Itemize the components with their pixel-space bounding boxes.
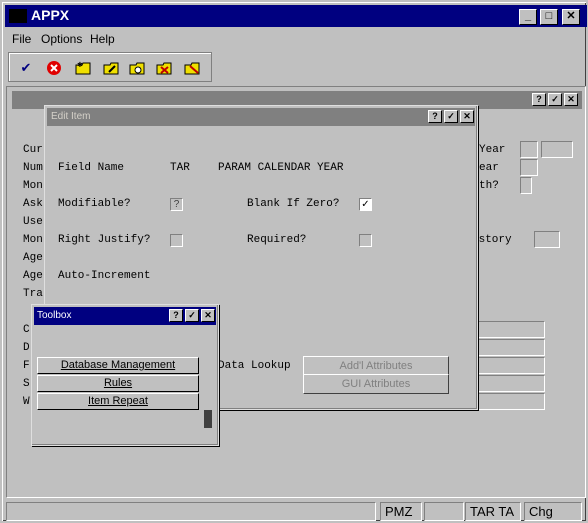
maximize-button[interactable]: □	[540, 9, 558, 25]
appx-logo-icon	[9, 9, 27, 23]
bg-label: Age	[23, 270, 43, 282]
edit-item-close-button[interactable]: ✕	[460, 110, 474, 123]
app-window: APPX _ □ ✕ File Options Help ✔ ✱ ? ✓ ✕ C…	[0, 0, 588, 523]
toolbox-scroll-thumb[interactable]	[204, 410, 212, 428]
rules-button[interactable]: Rules	[37, 375, 199, 392]
toolbox-window: Toolbox ? ✓ ✕ Database Management Rules …	[31, 304, 219, 446]
addl-attributes-button[interactable]: Add'l Attributes	[303, 356, 449, 376]
check-icon[interactable]: ✔	[15, 58, 37, 78]
status-bar: PMZ TAR TA Chg	[6, 500, 586, 522]
modifiable-label: Modifiable?	[58, 198, 131, 210]
folder-x-icon[interactable]	[182, 58, 204, 78]
bg-label: Mon	[23, 234, 43, 246]
toolbox-close-button[interactable]: ✕	[201, 309, 215, 322]
bg-field[interactable]	[477, 339, 545, 356]
bg-label: Mon	[23, 180, 43, 192]
folder-edit-icon[interactable]	[101, 58, 123, 78]
bg-field[interactable]	[477, 375, 545, 392]
toolbox-title-bar: Toolbox ? ✓ ✕	[34, 307, 216, 325]
status-blank	[424, 502, 464, 521]
bg-label: W	[23, 396, 30, 408]
bg-label-right: Year	[479, 144, 506, 156]
bg-label: Tra	[23, 288, 43, 300]
menu-bar: File Options Help	[5, 29, 587, 49]
bg-label: Ask	[23, 198, 43, 210]
edit-item-title-bar: Edit Item ? ✓ ✕	[47, 108, 475, 126]
bg-close-button[interactable]: ✕	[564, 93, 578, 106]
bg-label: S	[23, 378, 30, 390]
modifiable-checkbox[interactable]: ?	[170, 198, 183, 211]
edit-item-ok-button[interactable]: ✓	[444, 110, 458, 123]
bg-field[interactable]	[520, 159, 538, 176]
bg-label: Age	[23, 252, 43, 264]
bg-field[interactable]	[477, 321, 545, 338]
bg-field[interactable]	[520, 141, 538, 158]
toolbox-help-button[interactable]: ?	[169, 309, 183, 322]
data-lookup-label: Data Lookup	[218, 360, 291, 372]
bg-label: D	[23, 342, 30, 354]
blank-if-zero-label: Blank If Zero?	[247, 198, 340, 210]
database-management-button[interactable]: Database Management	[37, 357, 199, 374]
bg-field[interactable]	[534, 231, 560, 248]
bg-label: C	[23, 324, 30, 336]
edit-item-help-button[interactable]: ?	[428, 110, 442, 123]
toolbox-ok-button[interactable]: ✓	[185, 309, 199, 322]
field-app-value: TAR	[170, 162, 190, 174]
menu-help[interactable]: Help	[90, 32, 115, 46]
minimize-button[interactable]: _	[519, 9, 537, 25]
bg-help-button[interactable]: ?	[532, 93, 546, 106]
gui-attributes-button[interactable]: GUI Attributes	[303, 374, 449, 394]
right-justify-checkbox[interactable]	[170, 234, 183, 247]
bg-field[interactable]	[541, 141, 573, 158]
bg-label: F	[23, 360, 30, 372]
bg-field[interactable]	[477, 357, 545, 374]
blank-if-zero-checkbox[interactable]: ✓	[359, 198, 372, 211]
bg-field[interactable]	[520, 177, 532, 194]
required-label: Required?	[247, 234, 307, 246]
folder-delete-icon[interactable]	[154, 58, 176, 78]
bg-label: Cur	[23, 144, 43, 156]
status-mode: Chg	[524, 502, 582, 521]
bg-label-right: ear	[479, 162, 499, 174]
status-message	[6, 502, 376, 521]
bg-ok-button[interactable]: ✓	[548, 93, 562, 106]
title-bar: APPX _ □ ✕	[5, 5, 587, 27]
bg-field[interactable]	[477, 393, 545, 410]
bg-label: Num	[23, 162, 43, 174]
edit-item-title: Edit Item	[51, 111, 91, 122]
required-checkbox[interactable]	[359, 234, 372, 247]
auto-increment-label: Auto-Increment	[58, 270, 151, 282]
status-app: TAR TA	[465, 502, 521, 521]
close-button[interactable]: ✕	[562, 9, 580, 25]
toolbar: ✔ ✱	[8, 52, 212, 82]
bg-label-right: th?	[479, 180, 499, 192]
item-repeat-button[interactable]: Item Repeat	[37, 393, 199, 410]
bg-label: Use	[23, 216, 43, 228]
field-name-value: PARAM CALENDAR YEAR	[218, 162, 344, 174]
window-title: APPX	[31, 7, 70, 23]
svg-text:✱: ✱	[77, 61, 83, 69]
menu-options[interactable]: Options	[41, 32, 82, 46]
right-justify-label: Right Justify?	[58, 234, 151, 246]
cancel-icon[interactable]	[43, 58, 65, 78]
folder-search-icon[interactable]	[127, 58, 149, 78]
field-name-label: Field Name	[58, 162, 125, 174]
toolbox-title: Toolbox	[37, 310, 72, 321]
menu-file[interactable]: File	[12, 32, 31, 46]
folder-new-icon[interactable]: ✱	[73, 58, 95, 78]
status-pmz: PMZ	[380, 502, 422, 521]
